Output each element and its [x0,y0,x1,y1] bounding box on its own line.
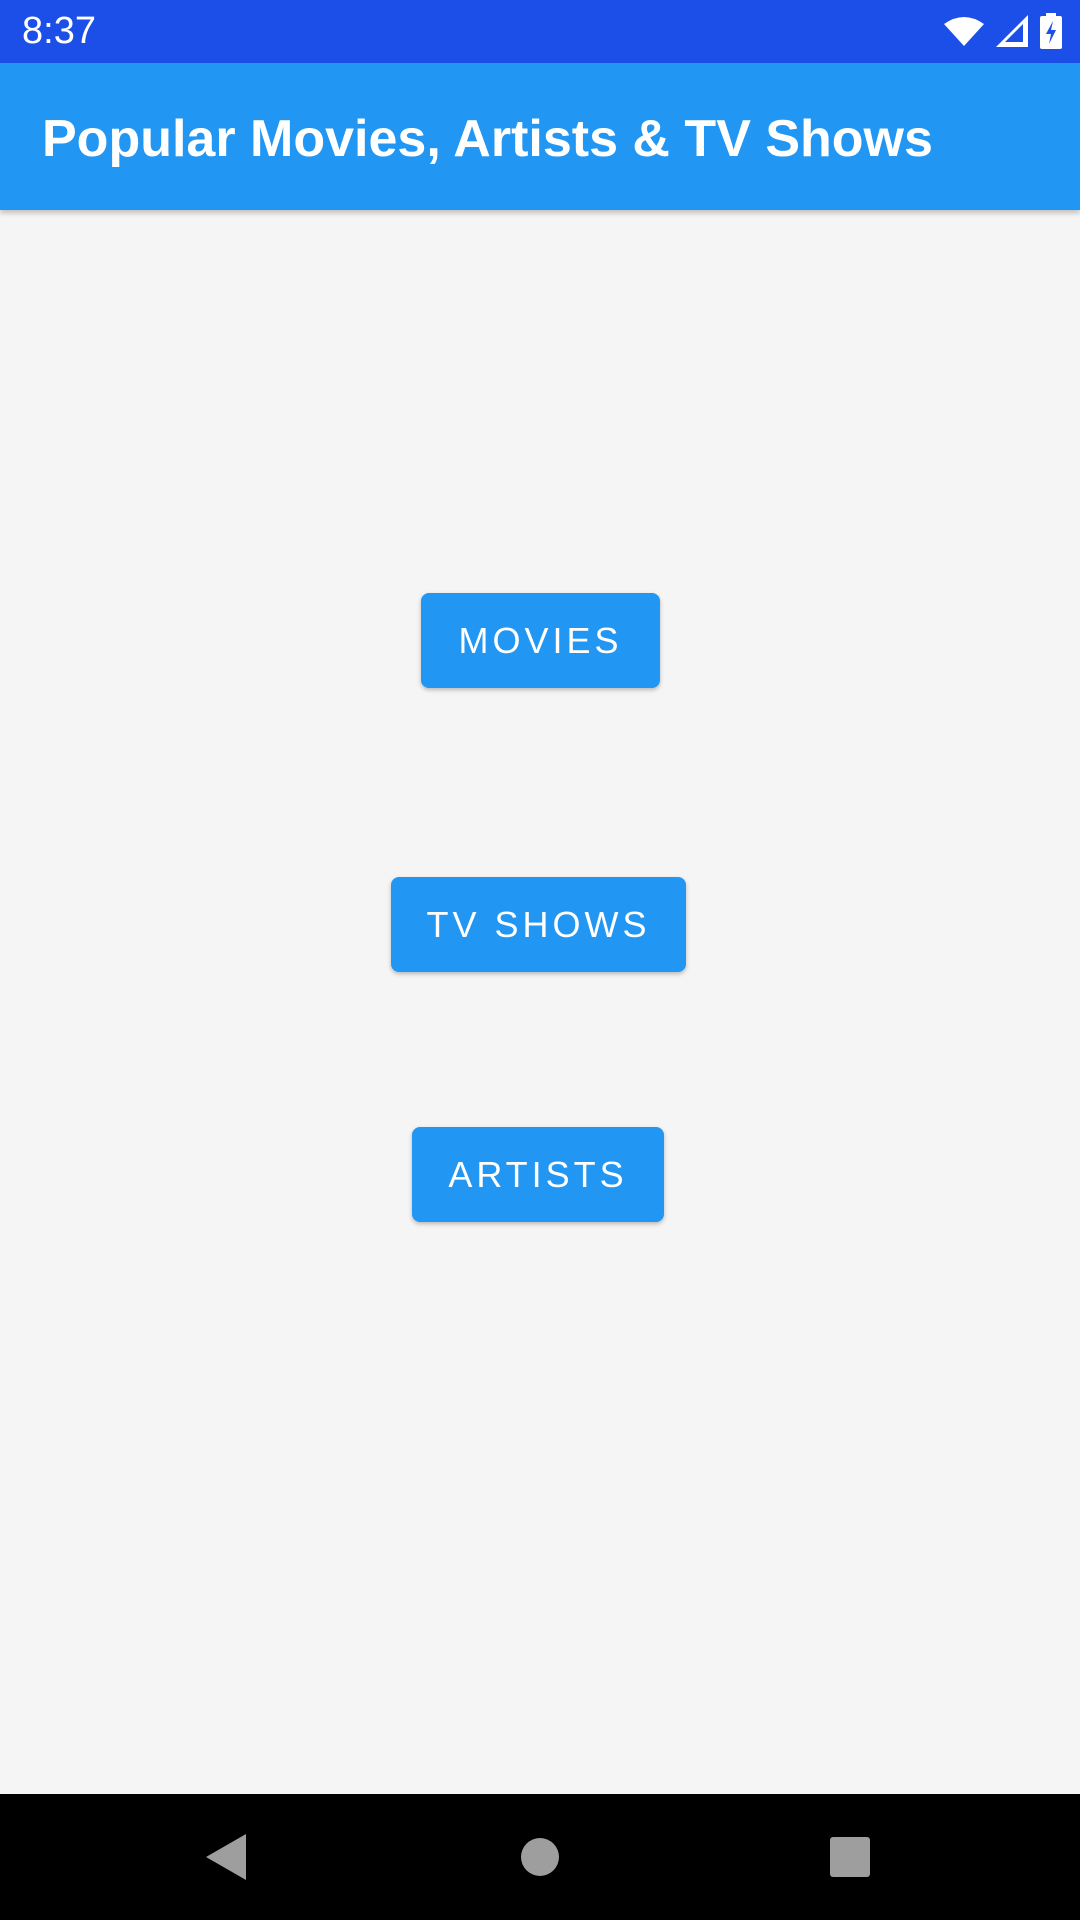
app-bar: Popular Movies, Artists & TV Shows [0,63,1080,210]
movies-button[interactable]: MOVIES [421,593,660,688]
app-title: Popular Movies, Artists & TV Shows [42,110,933,168]
home-icon[interactable] [508,1825,572,1889]
wifi-icon [944,16,984,46]
signal-icon [996,15,1028,47]
status-icons [944,12,1062,50]
artists-button[interactable]: ARTISTS [412,1127,664,1222]
back-icon[interactable] [194,1825,258,1889]
status-bar: 8:37 [0,0,1080,63]
screen: 8:37 Popular Movies, Artists & TV Shows … [0,0,1080,1920]
recents-icon[interactable] [818,1825,882,1889]
tv-shows-button[interactable]: TV SHOWS [391,877,686,972]
battery-charging-icon [1040,13,1062,49]
navigation-bar [0,1794,1080,1920]
status-time: 8:37 [22,10,96,52]
